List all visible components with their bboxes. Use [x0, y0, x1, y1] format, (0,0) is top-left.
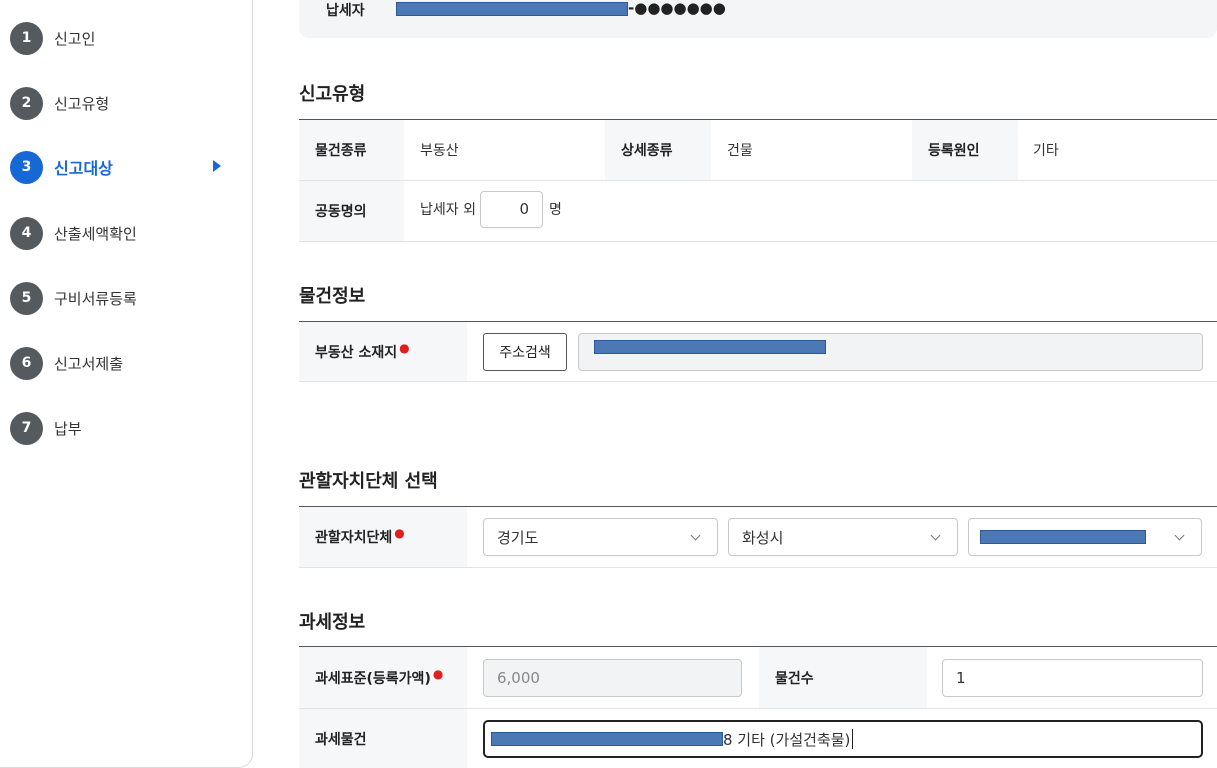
jurisdiction-label-text: 관할자치단체 [315, 530, 393, 546]
property-location-label-text: 부동산 소재지 [315, 344, 398, 361]
joint-suffix: 명 [548, 202, 562, 218]
item-count-label: 물건수 [759, 647, 927, 708]
joint-prefix: 납세자 외 [420, 202, 476, 218]
step-label: 신고유형 [54, 94, 110, 113]
property-address-field[interactable] [578, 333, 1203, 371]
joint-ownership-label: 공동명의 [299, 181, 404, 241]
step-5[interactable]: 5 구비서류등록 [10, 281, 240, 315]
address-search-button[interactable]: 주소검색 [483, 333, 567, 371]
redacted-block [980, 530, 1146, 544]
property-info-table: 부동산 소재지 ● 주소검색 [299, 321, 1217, 382]
jurisdiction-label: 관할자치단체 ● [299, 507, 467, 567]
chevron-down-icon [690, 530, 701, 541]
joint-count-input[interactable]: 0 [479, 190, 543, 228]
step-4[interactable]: 4 산출세액확인 [10, 216, 240, 250]
redacted-block [396, 1, 628, 16]
taxable-object-input[interactable]: 8 기타 (가설건축물) [483, 720, 1203, 758]
table-row: 과세표준(등록가액) ● 6,000 물건수 1 [299, 647, 1217, 709]
step-label: 구비서류등록 [54, 289, 137, 308]
chevron-down-icon [1174, 530, 1185, 541]
step-number: 2 [10, 86, 43, 120]
step-number: 4 [10, 216, 43, 250]
taxpayer-label: 납세자 [326, 3, 365, 19]
item-kind-label: 물건종류 [299, 120, 404, 180]
item-kind-value: 부동산 [420, 143, 459, 159]
city-select-value: 화성시 [742, 528, 784, 547]
property-location-label: 부동산 소재지 ● [299, 322, 467, 381]
required-mark: ● [432, 666, 444, 681]
province-select[interactable]: 경기도 [483, 518, 718, 556]
jurisdiction-table: 관할자치단체 ● 경기도 화성시 [299, 506, 1217, 568]
report-type-table: 물건종류 부동산 상세종류 건물 등록원인 기타 공동명의 납세자 외 0 명 [299, 119, 1217, 242]
tax-base-field[interactable]: 6,000 [483, 659, 742, 697]
step-label: 신고서제출 [54, 354, 124, 373]
province-select-value: 경기도 [497, 528, 539, 547]
step-2[interactable]: 2 신고유형 [10, 86, 240, 120]
step-number: 7 [10, 411, 43, 445]
table-row: 부동산 소재지 ● 주소검색 [299, 322, 1217, 382]
required-mark: ● [394, 526, 405, 540]
step-number: 3 [10, 150, 43, 184]
section-title-jurisdiction: 관할자치단체 선택 [299, 471, 438, 492]
main-content: 납세자 -●●●●●●● 신고유형 물건종류 부동산 상세종류 건물 등록원인 … [299, 0, 1217, 768]
tax-info-table: 과세표준(등록가액) ● 6,000 물건수 1 과세물건 8 기타 (가설건축물… [299, 646, 1217, 768]
taxable-object-value: 8 기타 (가설건축물) [723, 730, 851, 749]
reg-cause-label: 등록원인 [912, 120, 1018, 180]
text-caret [852, 729, 854, 749]
redacted-block [491, 732, 723, 746]
step-label: 납부 [54, 419, 82, 438]
step-1[interactable]: 1 신고인 [10, 21, 240, 55]
table-row: 공동명의 납세자 외 0 명 [299, 181, 1217, 242]
step-label: 신고인 [54, 29, 96, 48]
tax-base-label: 과세표준(등록가액) ● [299, 647, 467, 708]
table-row: 관할자치단체 ● 경기도 화성시 [299, 507, 1217, 568]
joint-ownership-cell: 납세자 외 0 명 [420, 179, 562, 239]
table-row: 과세물건 8 기타 (가설건축물) [299, 709, 1217, 768]
reg-cause-value: 기타 [1033, 143, 1059, 159]
item-count-field[interactable]: 1 [942, 659, 1203, 697]
section-title-property-info: 물건정보 [299, 286, 366, 307]
detail-kind-value: 건물 [727, 143, 753, 159]
redacted-block [594, 340, 826, 354]
step-number: 5 [10, 281, 43, 315]
chevron-down-icon [930, 530, 941, 541]
detail-kind-label: 상세종류 [605, 120, 711, 180]
step-6[interactable]: 6 신고서제출 [10, 346, 240, 380]
section-title-report-type: 신고유형 [299, 84, 366, 105]
step-number: 6 [10, 346, 43, 380]
taxable-object-label: 과세물건 [299, 709, 467, 768]
step-label: 산출세액확인 [54, 224, 137, 243]
step-number: 1 [10, 21, 43, 55]
table-row: 물건종류 부동산 상세종류 건물 등록원인 기타 [299, 120, 1217, 181]
required-mark: ● [399, 340, 410, 355]
district-select[interactable] [968, 518, 1202, 556]
active-step-arrow-icon [213, 160, 221, 172]
section-title-tax-info: 과세정보 [299, 612, 366, 633]
step-3[interactable]: 3 신고대상 [10, 150, 240, 184]
tax-base-label-text: 과세표준(등록가액) [315, 670, 431, 687]
taxpayer-box: 납세자 -●●●●●●● [299, 0, 1217, 38]
taxpayer-id: -●●●●●●● [396, 0, 726, 17]
taxpayer-id-suffix: -●●●●●●● [628, 0, 726, 17]
step-sidebar: 1 신고인 2 신고유형 3 신고대상 4 산출세액확인 5 구비서류등록 6 … [0, 0, 253, 768]
step-7[interactable]: 7 납부 [10, 411, 240, 445]
step-label: 신고대상 [54, 159, 113, 178]
city-select[interactable]: 화성시 [728, 518, 958, 556]
